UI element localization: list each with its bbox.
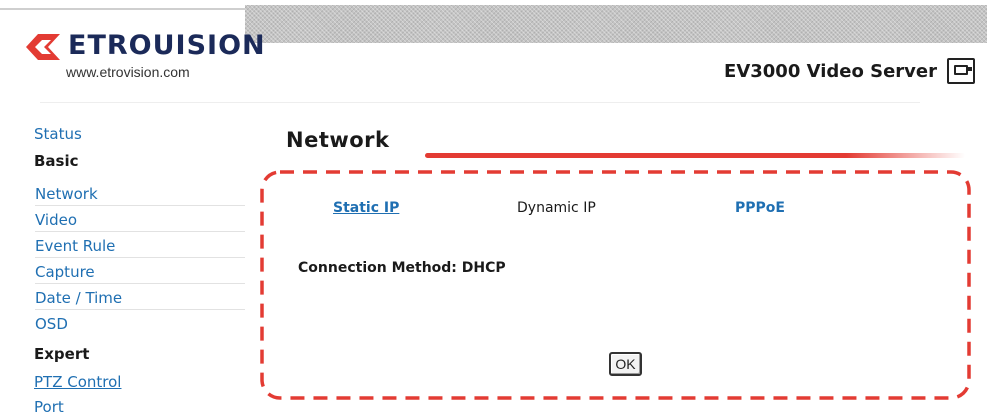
sidebar-item-network[interactable]: Network <box>35 185 98 203</box>
page-header: ETROUISION www.etrovision.com EV3000 Vid… <box>0 0 987 100</box>
header-rule <box>0 8 245 10</box>
logo-mark-icon <box>26 34 60 60</box>
logo-url: www.etrovision.com <box>66 64 190 80</box>
title-underline <box>425 153 965 158</box>
sidebar-divider <box>35 231 245 232</box>
camera-icon[interactable] <box>947 58 975 84</box>
sidebar-divider <box>35 309 245 310</box>
connection-method-label: Connection Method: DHCP <box>298 260 506 276</box>
etrovision-logo[interactable]: ETROUISION www.etrovision.com <box>24 30 265 85</box>
tab-dynamic-ip[interactable]: Dynamic IP <box>517 200 596 216</box>
sidebar-item-date-time[interactable]: Date / Time <box>35 289 122 307</box>
header-banner <box>245 5 987 43</box>
sidebar-item-port[interactable]: Port <box>34 398 64 416</box>
sidebar-item-event-rule[interactable]: Event Rule <box>35 237 115 255</box>
tab-static-ip[interactable]: Static IP <box>333 200 399 216</box>
sidebar-item-osd[interactable]: OSD <box>35 315 68 333</box>
camera-lens <box>968 67 972 71</box>
sidebar-heading-expert: Expert <box>34 345 90 363</box>
ok-button[interactable]: OK <box>609 352 642 376</box>
camera-body <box>954 65 968 75</box>
sidebar-item-capture[interactable]: Capture <box>35 263 95 281</box>
sidebar-heading-basic: Basic <box>34 152 79 170</box>
sidebar-item-video[interactable]: Video <box>35 211 77 229</box>
sidebar-item-status[interactable]: Status <box>34 125 82 143</box>
header-divider <box>40 102 920 103</box>
logo-text: ETROUISION <box>68 30 266 61</box>
sidebar-divider <box>35 257 245 258</box>
tab-pppoe[interactable]: PPPoE <box>735 200 785 216</box>
product-title: EV3000 Video Server <box>724 61 937 82</box>
sidebar-item-ptz-control[interactable]: PTZ Control <box>34 373 121 391</box>
sidebar-divider <box>35 205 245 206</box>
sidebar-divider <box>35 283 245 284</box>
page-title: Network <box>286 128 390 152</box>
sidebar-nav: Status Basic Network Video Event Rule Ca… <box>0 120 250 416</box>
